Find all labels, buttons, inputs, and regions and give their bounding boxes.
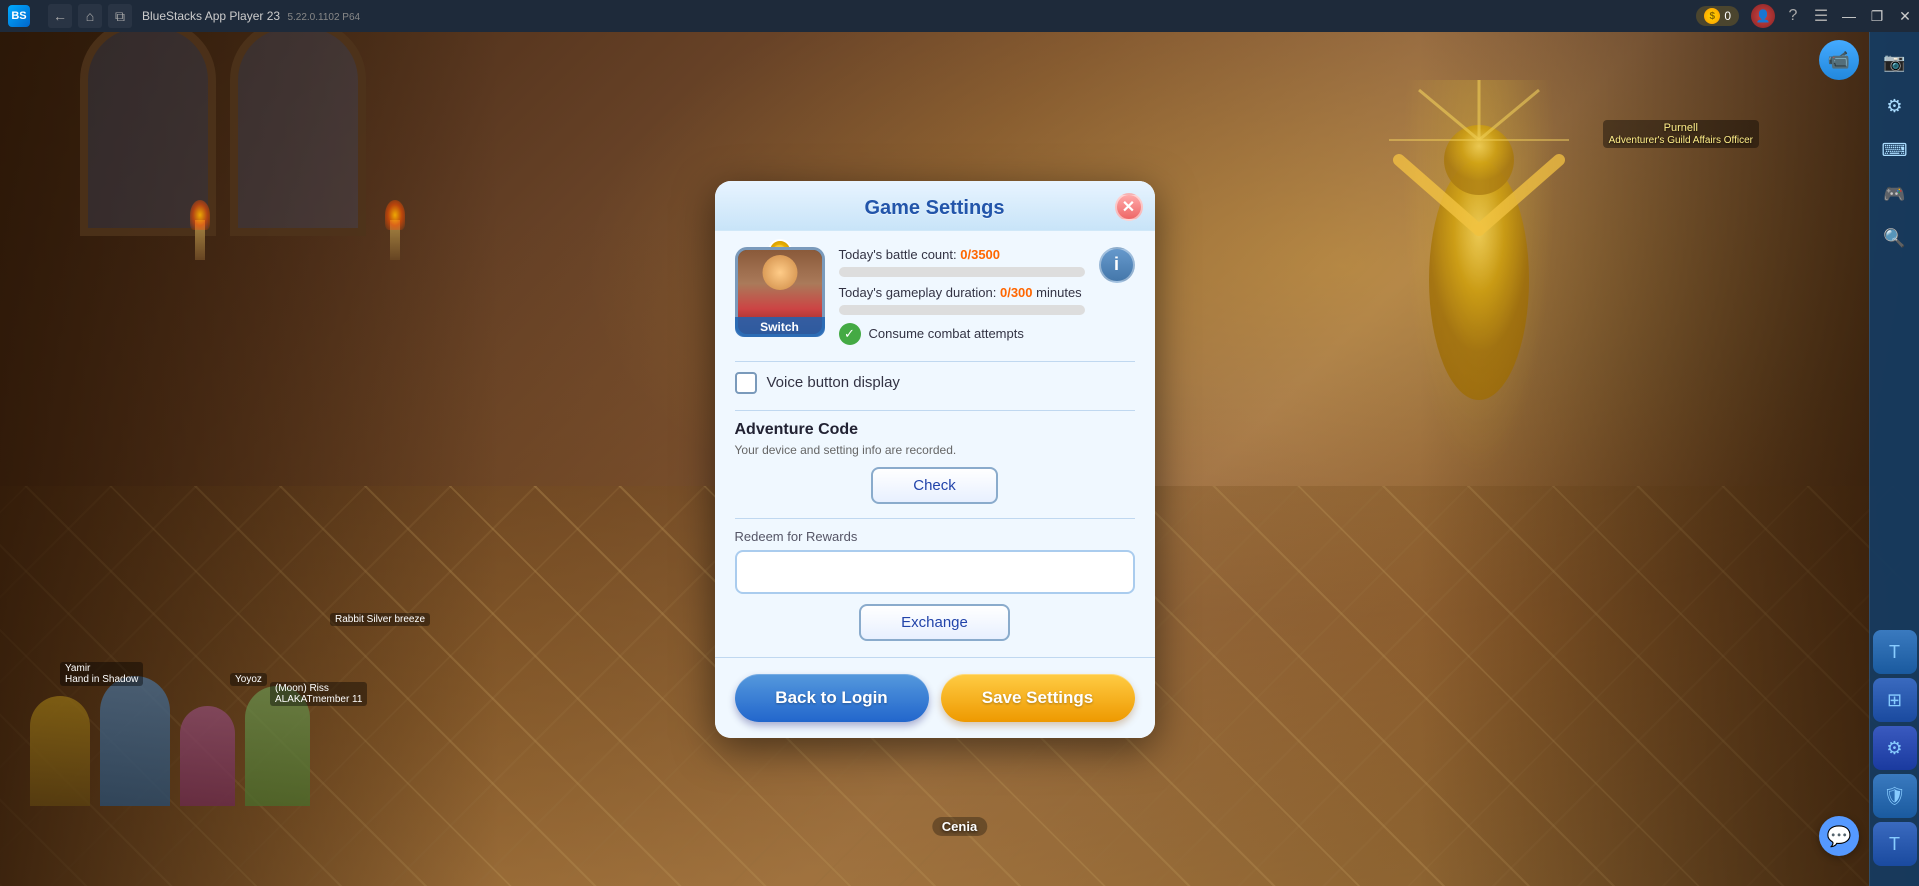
menu-button[interactable]: ☰: [1809, 4, 1833, 28]
redeem-section: Redeem for Rewards Exchange: [735, 529, 1135, 641]
sidebar-search[interactable]: 🔍: [1875, 218, 1915, 258]
minimize-button[interactable]: —: [1835, 5, 1863, 27]
coin-icon: $: [1704, 8, 1720, 24]
checkmark-icon: ✓: [839, 323, 861, 345]
divider-3: [735, 518, 1135, 519]
exchange-button[interactable]: Exchange: [859, 604, 1010, 641]
sidebar-keyboard[interactable]: ⌨: [1875, 130, 1915, 170]
back-button[interactable]: ←: [48, 4, 72, 28]
history-button[interactable]: ⧉: [108, 4, 132, 28]
gameplay-duration-value: 0/300: [1000, 285, 1033, 300]
modal-title: Game Settings: [735, 197, 1135, 220]
voice-checkbox[interactable]: [735, 372, 757, 394]
modal-overlay: Game Settings ✕ 😊 Switch Today's battle …: [0, 32, 1869, 886]
consume-row: ✓ Consume combat attempts: [839, 323, 1085, 345]
voice-section: Voice button display: [735, 372, 1135, 394]
adventure-section: Adventure Code Your device and setting i…: [735, 421, 1135, 504]
coin-display: $ 0: [1696, 6, 1739, 26]
restore-button[interactable]: ❐: [1863, 5, 1891, 27]
sidebar-panel-2[interactable]: ⊞: [1873, 678, 1917, 722]
voice-label: Voice button display: [767, 374, 900, 391]
divider-1: [735, 361, 1135, 362]
close-button[interactable]: ✕: [1891, 5, 1919, 27]
gameplay-duration-progress: [839, 305, 1085, 315]
avatar-container: 😊 Switch: [735, 247, 825, 337]
modal-body: 😊 Switch Today's battle count: 0/3500: [715, 231, 1155, 657]
home-button[interactable]: ⌂: [78, 4, 102, 28]
redeem-label: Redeem for Rewards: [735, 529, 1135, 544]
game-settings-modal: Game Settings ✕ 😊 Switch Today's battle …: [715, 181, 1155, 738]
adventure-code-title: Adventure Code: [735, 421, 1135, 439]
titlebar: BS ← ⌂ ⧉ BlueStacks App Player 23 5.22.0…: [0, 0, 1919, 32]
modal-footer: Back to Login Save Settings: [715, 657, 1155, 738]
sidebar-settings[interactable]: ⚙: [1875, 86, 1915, 126]
back-to-login-button[interactable]: Back to Login: [735, 674, 929, 722]
info-button[interactable]: i: [1099, 247, 1135, 283]
sidebar-screenshot[interactable]: 📷: [1875, 42, 1915, 82]
profile-section: 😊 Switch Today's battle count: 0/3500: [735, 247, 1135, 345]
sidebar-panel-3[interactable]: ⚙: [1873, 726, 1917, 770]
avatar-label: Switch: [735, 317, 825, 337]
modal-header: Game Settings ✕: [715, 181, 1155, 231]
battle-count-progress: [839, 267, 1085, 277]
close-modal-button[interactable]: ✕: [1115, 193, 1143, 221]
right-sidebar: 📷 ⚙ ⌨ 🎮 🔍 T ⊞ ⚙ 🛡 T: [1869, 32, 1919, 886]
app-version: 5.22.0.1102 P64: [287, 12, 360, 23]
battle-count-value: 0/3500: [960, 247, 1000, 262]
sidebar-gamepad[interactable]: 🎮: [1875, 174, 1915, 214]
coin-count: 0: [1724, 9, 1731, 23]
help-button[interactable]: ?: [1781, 4, 1805, 28]
profile-icon[interactable]: 👤: [1751, 4, 1775, 28]
check-button[interactable]: Check: [871, 467, 998, 504]
sidebar-panel-5[interactable]: T: [1873, 822, 1917, 866]
sidebar-panel-4[interactable]: 🛡: [1873, 774, 1917, 818]
app-title: BlueStacks App Player 23 5.22.0.1102 P64: [142, 9, 1696, 23]
divider-2: [735, 410, 1135, 411]
titlebar-navigation: ← ⌂ ⧉: [48, 4, 132, 28]
battle-count-stat: Today's battle count: 0/3500: [839, 247, 1085, 262]
battle-info: Today's battle count: 0/3500 Today's gam…: [839, 247, 1085, 345]
gameplay-duration-stat: Today's gameplay duration: 0/300 minutes: [839, 285, 1085, 300]
sidebar-panel-1[interactable]: T: [1873, 630, 1917, 674]
save-settings-button[interactable]: Save Settings: [941, 674, 1135, 722]
adventure-code-desc: Your device and setting info are recorde…: [735, 443, 1135, 457]
app-logo: BS: [8, 5, 30, 27]
redeem-input[interactable]: [735, 550, 1135, 594]
consume-label: Consume combat attempts: [869, 326, 1024, 341]
